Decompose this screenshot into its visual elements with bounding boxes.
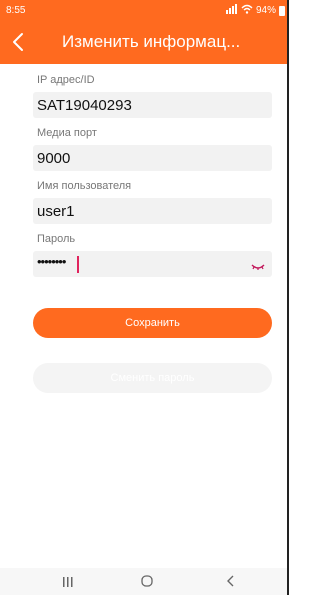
password-field[interactable]: ••••••••: [33, 251, 272, 277]
port-value: 9000: [37, 150, 71, 167]
text-caret: [77, 256, 79, 273]
change-password-button[interactable]: Сменить пароль: [33, 363, 272, 393]
nav-back-icon[interactable]: [224, 574, 238, 593]
status-bar: 8:55 94%: [0, 0, 289, 22]
user-label: Имя пользователя: [37, 180, 132, 192]
app-bar: Изменить информац...: [0, 22, 289, 64]
page-title: Изменить информац...: [62, 32, 241, 51]
nav-recent-icon[interactable]: [62, 575, 74, 593]
status-icons: 94%: [225, 4, 285, 17]
port-label: Медиа порт: [37, 127, 97, 139]
eye-icon[interactable]: [251, 259, 265, 270]
status-time: 8:55: [6, 5, 26, 16]
ip-value: SAT19040293: [37, 97, 132, 114]
password-value: ••••••••: [37, 254, 66, 269]
battery-icon: [279, 5, 285, 16]
port-field[interactable]: 9000: [33, 145, 272, 171]
password-label: Пароль: [37, 233, 76, 245]
save-button[interactable]: Сохранить: [33, 308, 272, 338]
username-field[interactable]: user1: [33, 198, 272, 224]
back-icon[interactable]: [6, 29, 32, 55]
signal-icon: [225, 4, 238, 17]
nav-home-icon[interactable]: [140, 574, 154, 593]
username-value: user1: [37, 203, 75, 220]
ip-field[interactable]: SAT19040293: [33, 92, 272, 118]
wifi-icon: [241, 4, 253, 17]
navigation-bar: [0, 568, 289, 595]
battery-percent: 94%: [255, 5, 276, 16]
screen-edge: [287, 0, 289, 595]
ip-label: IP адрес/ID: [37, 74, 95, 86]
